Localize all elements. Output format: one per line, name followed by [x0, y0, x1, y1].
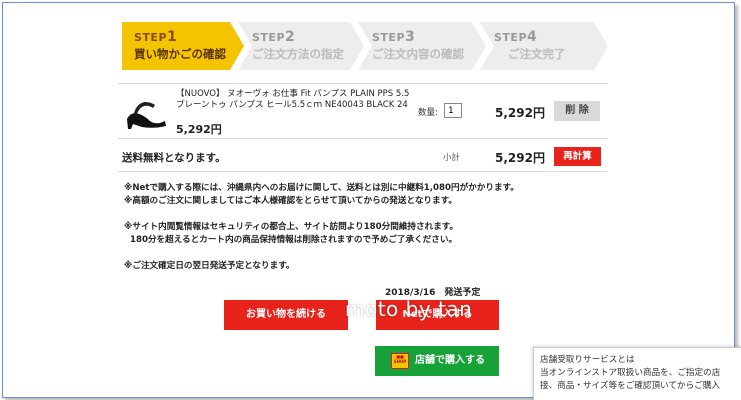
step-2-method: STEP2 ご注文方法の指定 — [238, 22, 364, 70]
note-shipping-schedule: ※ご注文確定日の翌日発送予定となります。 — [124, 261, 295, 271]
shop-icon: ■■ SHOP — [391, 353, 409, 369]
step-1-cart: STEP1 買い物かごの確認 — [122, 22, 244, 70]
note-okinawa: ※Netで購入する際には、沖縄県内へのお届けに関して、送料とは別に中継料1,08… — [124, 183, 519, 193]
notes: ※Netで購入する際には、沖縄県内へのお届けに関して、送料とは別に中継料1,08… — [124, 182, 604, 273]
watermark: moto by tan — [345, 297, 473, 321]
step-label-text: STEP — [494, 31, 528, 44]
subtotal-label: 小計 — [443, 153, 461, 163]
delete-button[interactable]: 削 除 — [554, 101, 600, 121]
panel-title: 店舗受取りサービスとは — [540, 355, 635, 365]
step-4-complete: STEP4 ご注文完了 — [480, 22, 608, 70]
step-number: 1 — [167, 29, 178, 45]
line-price: 5,292円 — [495, 106, 545, 120]
store-purchase-button[interactable]: ■■ SHOP 店舗で購入する — [375, 346, 499, 376]
free-shipping-text: 送料無料となります。 — [122, 152, 226, 164]
store-pickup-info-panel: 店舗受取りサービスとは 当オンラインストア取扱い商品を、ご指定の店 接、商品・サ… — [533, 347, 741, 400]
subtotal-price: 5,292円 — [495, 151, 545, 165]
quantity-label: 数量: — [418, 108, 438, 118]
step-3-confirm: STEP3 ご注文内容の確認 — [358, 22, 486, 70]
quantity-input[interactable] — [444, 103, 462, 118]
cart-item-row: 【NUOVO】 ヌオーヴォ お仕事 Fit パンプス PLAIN PPS 5.5… — [118, 83, 608, 139]
step-label-text: STEP — [372, 31, 406, 44]
note-high-value: ※高額のご注文に関しましてはご本人様確認をとらせて頂いてからの発送となります。 — [124, 195, 457, 206]
note-session: ※サイト内閲覧情報はセキュリティの都合上、サイト訪問より180分間維持されます。 — [124, 222, 459, 232]
step-title: 買い物かごの確認 — [134, 47, 226, 61]
step-title: ご注文内容の確認 — [372, 47, 464, 61]
panel-line-2: 接、商品・サイズ等をご確認頂いてからご購入 — [540, 381, 720, 391]
product-thumbnail[interactable] — [124, 96, 168, 132]
subtotal-row: 送料無料となります。 小計 5,292円 再計算 — [118, 140, 608, 172]
step-title: ご注文完了 — [508, 47, 566, 61]
step-number: 3 — [405, 29, 416, 45]
step-label-text: STEP — [134, 31, 168, 44]
panel-line-1: 当オンラインストア取扱い商品を、ご指定の店 — [540, 368, 721, 378]
continue-shopping-button[interactable]: お買い物を続ける — [224, 300, 348, 330]
store-purchase-label: 店舗で購入する — [415, 355, 485, 366]
checkout-steps: STEP1 買い物かごの確認 STEP2 ご注文方法の指定 STEP3 ご注文内… — [122, 22, 608, 70]
product-name[interactable]: 【NUOVO】 ヌオーヴォ お仕事 Fit パンプス PLAIN PPS 5.5… — [176, 89, 411, 111]
step-label-text: STEP — [252, 31, 286, 44]
note-session-detail: 180分を超えるとカート内の商品保持情報は削除されますので予めご了承ください。 — [130, 234, 458, 245]
step-title: ご注文方法の指定 — [252, 47, 344, 61]
product-unit-price: 5,292円 — [176, 123, 222, 136]
recalculate-button[interactable]: 再計算 — [554, 147, 601, 166]
step-number: 2 — [285, 29, 296, 45]
step-number: 4 — [527, 29, 538, 45]
